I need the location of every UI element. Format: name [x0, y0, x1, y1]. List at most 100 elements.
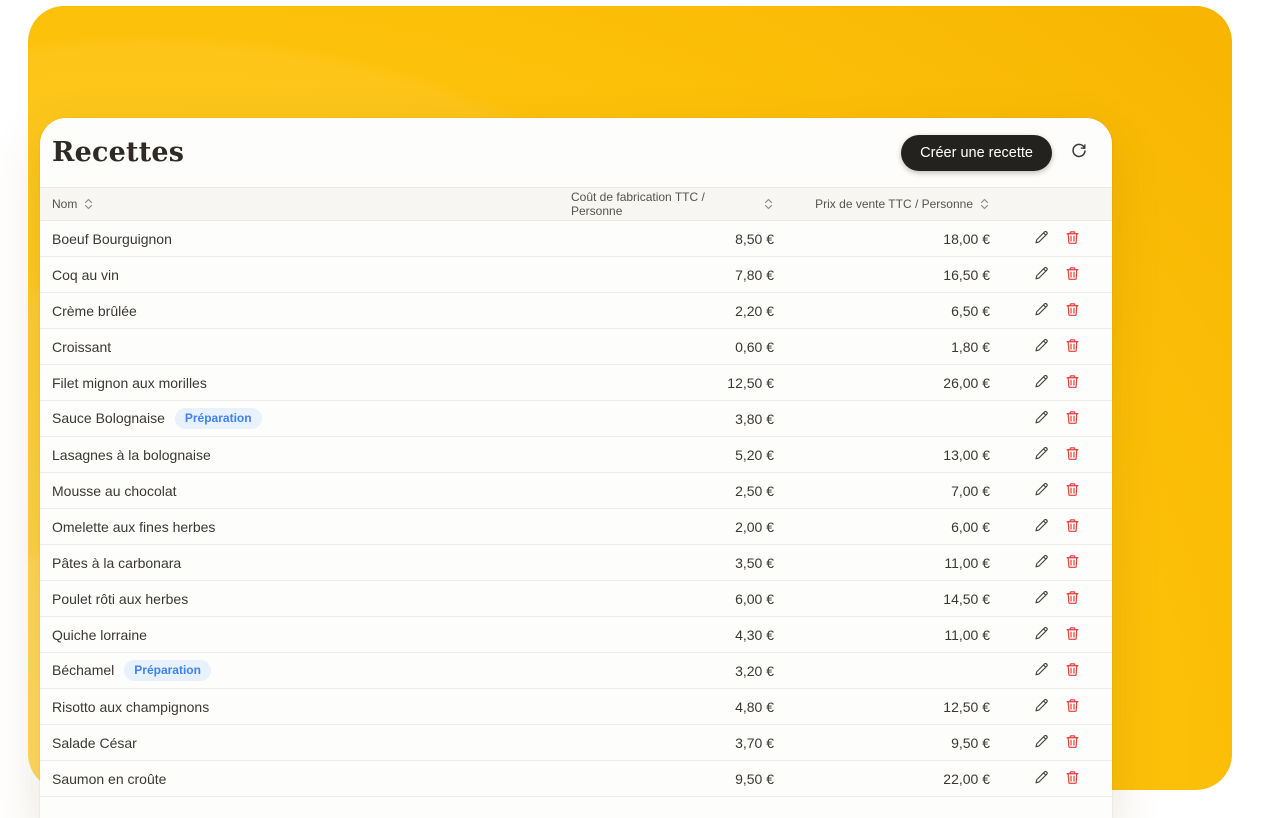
recipe-name-cell: Risotto aux champignons: [40, 699, 571, 715]
recipe-name-cell: Béchamel Préparation: [40, 660, 571, 680]
refresh-icon: [1070, 142, 1088, 163]
recipe-price: 12,50 €: [786, 699, 1002, 715]
pencil-icon: [1034, 626, 1049, 644]
sort-icon: [763, 198, 774, 210]
recipe-name: Omelette aux fines herbes: [52, 519, 215, 535]
row-actions: [1002, 626, 1112, 644]
table-row: Sauce Bolognaise Préparation 3,80 €: [40, 401, 1112, 437]
recipe-cost: 3,70 €: [571, 735, 786, 751]
delete-button[interactable]: [1065, 230, 1080, 248]
delete-button[interactable]: [1065, 410, 1080, 428]
sort-icon: [83, 198, 94, 210]
recipe-cost: 3,80 €: [571, 411, 786, 427]
delete-button[interactable]: [1065, 374, 1080, 392]
delete-button[interactable]: [1065, 302, 1080, 320]
table-row: Crème brûlée 2,20 € 6,50 €: [40, 293, 1112, 329]
recipe-cost: 2,20 €: [571, 303, 786, 319]
preparation-badge: Préparation: [175, 408, 262, 428]
column-label: Coût de fabrication TTC / Personne: [571, 190, 757, 218]
delete-button[interactable]: [1065, 266, 1080, 284]
recipe-name-cell: Pâtes à la carbonara: [40, 555, 571, 571]
recipe-name: Lasagnes à la bolognaise: [52, 447, 211, 463]
pencil-icon: [1034, 590, 1049, 608]
delete-button[interactable]: [1065, 554, 1080, 572]
table-row: Mousse au chocolat 2,50 € 7,00 €: [40, 473, 1112, 509]
delete-button[interactable]: [1065, 590, 1080, 608]
column-header-cout[interactable]: Coût de fabrication TTC / Personne: [571, 190, 786, 218]
table-row: Béchamel Préparation 3,20 €: [40, 653, 1112, 689]
delete-button[interactable]: [1065, 662, 1080, 680]
recipe-name: Poulet rôti aux herbes: [52, 591, 188, 607]
create-recipe-button[interactable]: Créer une recette: [901, 135, 1052, 171]
pencil-icon: [1034, 446, 1049, 464]
edit-button[interactable]: [1034, 554, 1049, 572]
row-actions: [1002, 518, 1112, 536]
recipe-name: Risotto aux champignons: [52, 699, 209, 715]
edit-button[interactable]: [1034, 302, 1049, 320]
sort-icon: [979, 198, 990, 210]
pencil-icon: [1034, 482, 1049, 500]
delete-button[interactable]: [1065, 698, 1080, 716]
row-actions: [1002, 374, 1112, 392]
edit-button[interactable]: [1034, 626, 1049, 644]
row-actions: [1002, 590, 1112, 608]
recipe-cost: 7,80 €: [571, 267, 786, 283]
recipe-cost: 5,20 €: [571, 447, 786, 463]
edit-button[interactable]: [1034, 518, 1049, 536]
pencil-icon: [1034, 374, 1049, 392]
table-row: Pâtes à la carbonara 3,50 € 11,00 €: [40, 545, 1112, 581]
trash-icon: [1065, 554, 1080, 572]
header-actions: Créer une recette: [901, 135, 1088, 171]
delete-button[interactable]: [1065, 518, 1080, 536]
table-row: Omelette aux fines herbes 2,00 € 6,00 €: [40, 509, 1112, 545]
edit-button[interactable]: [1034, 698, 1049, 716]
table-row: Croissant 0,60 € 1,80 €: [40, 329, 1112, 365]
edit-button[interactable]: [1034, 482, 1049, 500]
trash-icon: [1065, 770, 1080, 788]
table-body: Boeuf Bourguignon 8,50 € 18,00 €: [40, 221, 1112, 797]
table-row: Lasagnes à la bolognaise 5,20 € 13,00 €: [40, 437, 1112, 473]
recipe-name: Crème brûlée: [52, 303, 137, 319]
edit-button[interactable]: [1034, 446, 1049, 464]
delete-button[interactable]: [1065, 338, 1080, 356]
delete-button[interactable]: [1065, 626, 1080, 644]
delete-button[interactable]: [1065, 770, 1080, 788]
page-title: Recettes: [52, 137, 184, 168]
edit-button[interactable]: [1034, 734, 1049, 752]
edit-button[interactable]: [1034, 374, 1049, 392]
column-header-nom[interactable]: Nom: [40, 197, 571, 211]
trash-icon: [1065, 266, 1080, 284]
recipe-name: Saumon en croûte: [52, 771, 166, 787]
edit-button[interactable]: [1034, 266, 1049, 284]
recipe-cost: 0,60 €: [571, 339, 786, 355]
table-header: Nom Coût de fabrication TTC / Personne P…: [40, 187, 1112, 221]
recipe-price: 6,00 €: [786, 519, 1002, 535]
preparation-badge: Préparation: [124, 660, 211, 680]
pencil-icon: [1034, 410, 1049, 428]
edit-button[interactable]: [1034, 590, 1049, 608]
table-row: Filet mignon aux morilles 12,50 € 26,00 …: [40, 365, 1112, 401]
pencil-icon: [1034, 518, 1049, 536]
table-row: Risotto aux champignons 4,80 € 12,50 €: [40, 689, 1112, 725]
row-actions: [1002, 482, 1112, 500]
edit-button[interactable]: [1034, 770, 1049, 788]
recipe-name: Béchamel: [52, 662, 114, 678]
trash-icon: [1065, 230, 1080, 248]
column-label: Nom: [52, 197, 77, 211]
delete-button[interactable]: [1065, 734, 1080, 752]
edit-button[interactable]: [1034, 338, 1049, 356]
edit-button[interactable]: [1034, 230, 1049, 248]
recipe-name: Coq au vin: [52, 267, 119, 283]
delete-button[interactable]: [1065, 446, 1080, 464]
pencil-icon: [1034, 338, 1049, 356]
delete-button[interactable]: [1065, 482, 1080, 500]
row-actions: [1002, 230, 1112, 248]
trash-icon: [1065, 590, 1080, 608]
recipe-cost: 8,50 €: [571, 231, 786, 247]
row-actions: [1002, 662, 1112, 680]
edit-button[interactable]: [1034, 410, 1049, 428]
edit-button[interactable]: [1034, 662, 1049, 680]
column-header-prix[interactable]: Prix de vente TTC / Personne: [786, 197, 1002, 211]
recipe-cost: 4,80 €: [571, 699, 786, 715]
refresh-button[interactable]: [1070, 142, 1088, 163]
